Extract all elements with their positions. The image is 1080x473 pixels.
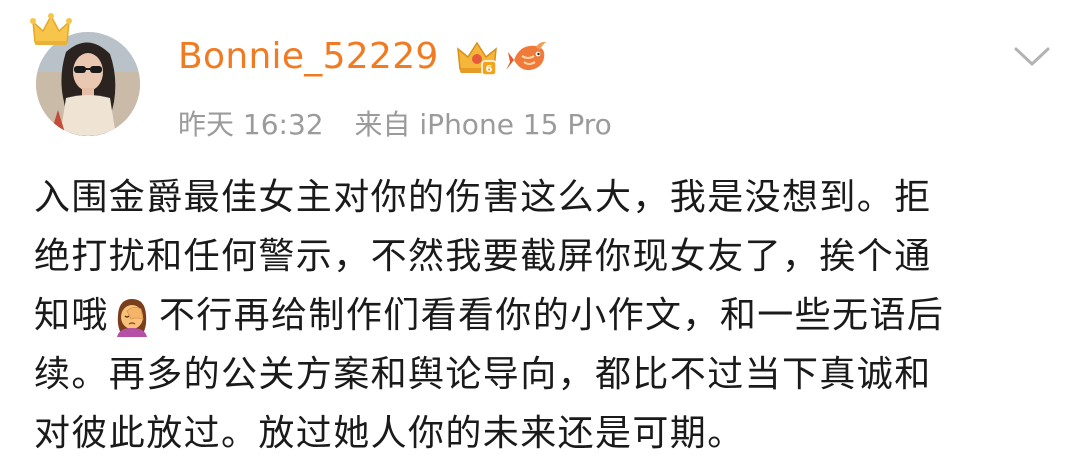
post-body-line: 入围金爵最佳女主对你的伤害这么大，我是没想到。拒 bbox=[34, 177, 932, 218]
post-time[interactable]: 昨天 16:32 bbox=[178, 108, 324, 141]
post-body-line: 对彼此放过。放过她人你的未来还是可期。 bbox=[34, 413, 745, 454]
vip-level-badge-icon[interactable]: 6 bbox=[456, 39, 498, 77]
chevron-down-icon[interactable] bbox=[1012, 44, 1052, 70]
username-link[interactable]: Bonnie_52229 bbox=[178, 36, 439, 77]
post-source: 来自 iPhone 15 Pro bbox=[354, 108, 612, 141]
post-body-line: 绝打扰和任何警示，不然我要截屏你现女友了，挨个通 bbox=[34, 236, 932, 277]
post-body: 入围金爵最佳女主对你的伤害这么大，我是没想到。拒 绝打扰和任何警示，不然我要截屏… bbox=[34, 168, 1050, 463]
facepalm-woman-emoji-icon bbox=[113, 297, 151, 337]
post-body-line: 续。再多的公关方案和舆论导向，都比不过当下真诚和 bbox=[34, 354, 932, 395]
post-body-line: 知哦 不行再给制作们看看你的小作文，和一些无语后 bbox=[34, 286, 1050, 345]
svg-text:6: 6 bbox=[486, 64, 493, 75]
post-body-segment: 不行再给制作们看看你的小作文，和一些无语后 bbox=[158, 295, 945, 336]
post-body-segment: 知哦 bbox=[34, 295, 109, 336]
koi-badge-icon[interactable] bbox=[506, 38, 552, 78]
post-header: Bonnie_52229 6 昨天 16:32 来自 iPhone 15 Pro bbox=[0, 0, 1080, 160]
post-meta: 昨天 16:32 来自 iPhone 15 Pro bbox=[178, 103, 612, 143]
avatar-container[interactable] bbox=[30, 12, 150, 137]
crown-icon bbox=[30, 12, 72, 48]
